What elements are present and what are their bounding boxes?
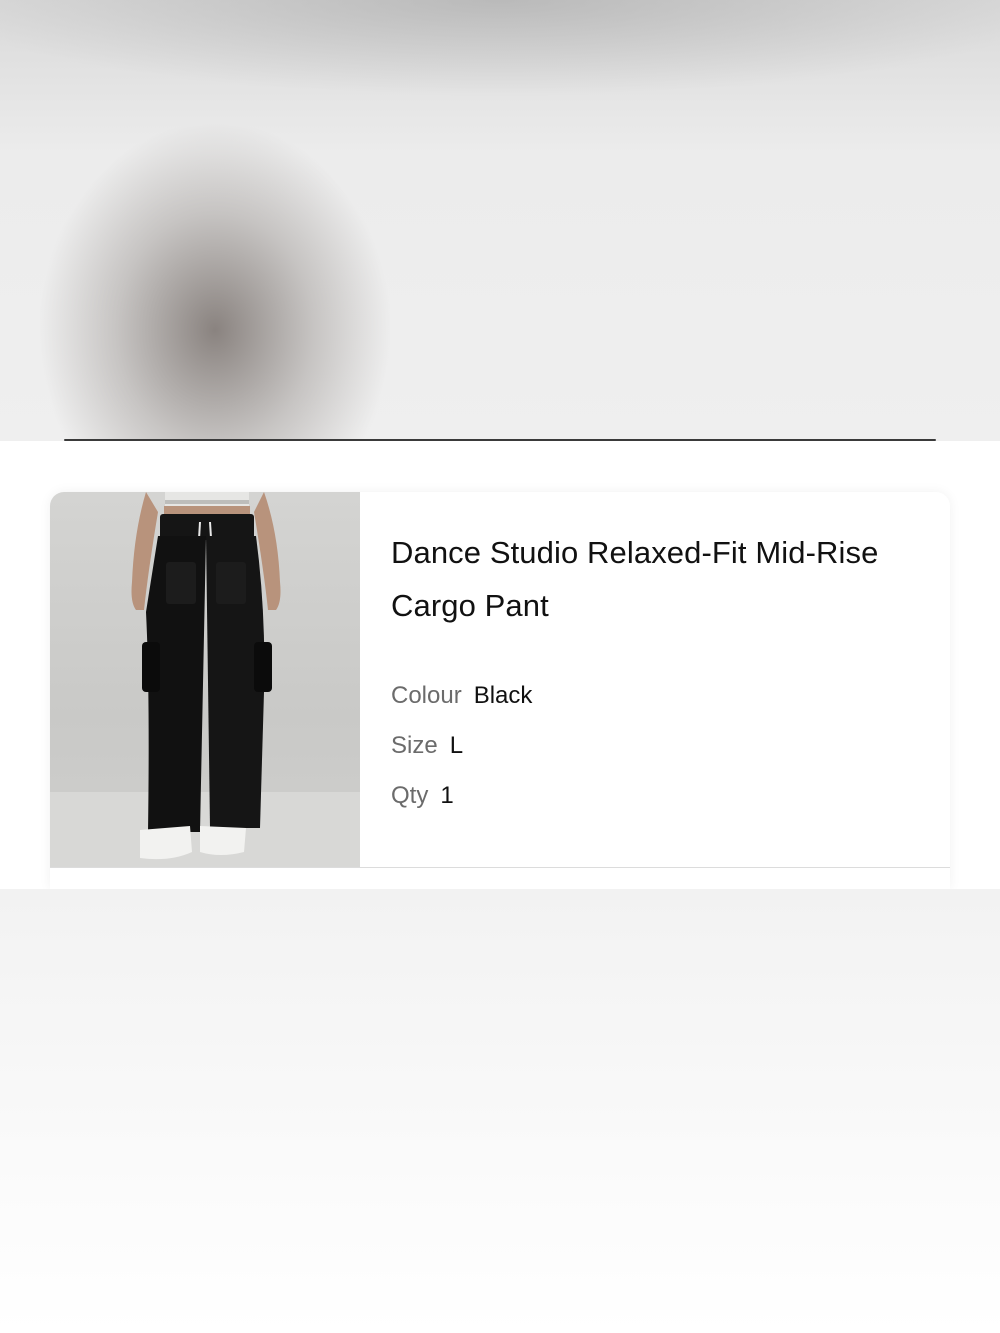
card-divider (50, 867, 950, 868)
qty-row: Qty 1 (391, 781, 454, 811)
product-title[interactable]: Dance Studio Relaxed-Fit Mid-Rise Cargo … (391, 526, 921, 632)
colour-row: Colour Black (391, 681, 532, 711)
product-image[interactable] (50, 492, 360, 867)
qty-value: 1 (440, 782, 454, 809)
size-label: Size (391, 732, 438, 759)
blurred-backdrop-bottom (0, 889, 1000, 1333)
colour-label: Colour (391, 682, 462, 709)
size-value: L (449, 732, 464, 759)
blurred-backdrop-top (0, 0, 1000, 441)
qty-label: Qty (391, 782, 429, 809)
product-photo-icon (50, 492, 360, 867)
screen: Dance Studio Relaxed-Fit Mid-Rise Cargo … (0, 0, 1000, 1333)
order-item-card[interactable]: Dance Studio Relaxed-Fit Mid-Rise Cargo … (50, 492, 950, 889)
item-details: Dance Studio Relaxed-Fit Mid-Rise Cargo … (391, 526, 921, 809)
colour-value: Black (473, 682, 533, 709)
backdrop-divider (64, 439, 936, 441)
size-row: Size L (391, 731, 463, 761)
